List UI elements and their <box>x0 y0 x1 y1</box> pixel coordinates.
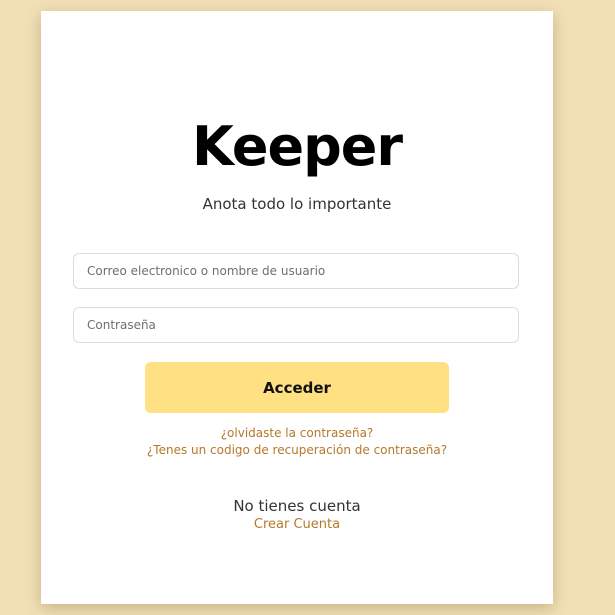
login-card: Keeper Anota todo lo importante Acceder … <box>41 11 553 604</box>
username-input[interactable] <box>73 253 519 289</box>
recovery-code-link[interactable]: ¿Tenes un codigo de recuperación de cont… <box>41 442 553 458</box>
create-account-link[interactable]: Crear Cuenta <box>41 517 553 533</box>
app-title: Keeper <box>191 115 403 178</box>
forgot-password-link[interactable]: ¿olvidaste la contraseña? <box>41 425 553 441</box>
no-account-text: No tienes cuenta <box>233 497 361 515</box>
app-tagline: Anota todo lo importante <box>202 195 392 213</box>
password-input[interactable] <box>73 307 519 343</box>
login-button[interactable]: Acceder <box>145 362 449 413</box>
